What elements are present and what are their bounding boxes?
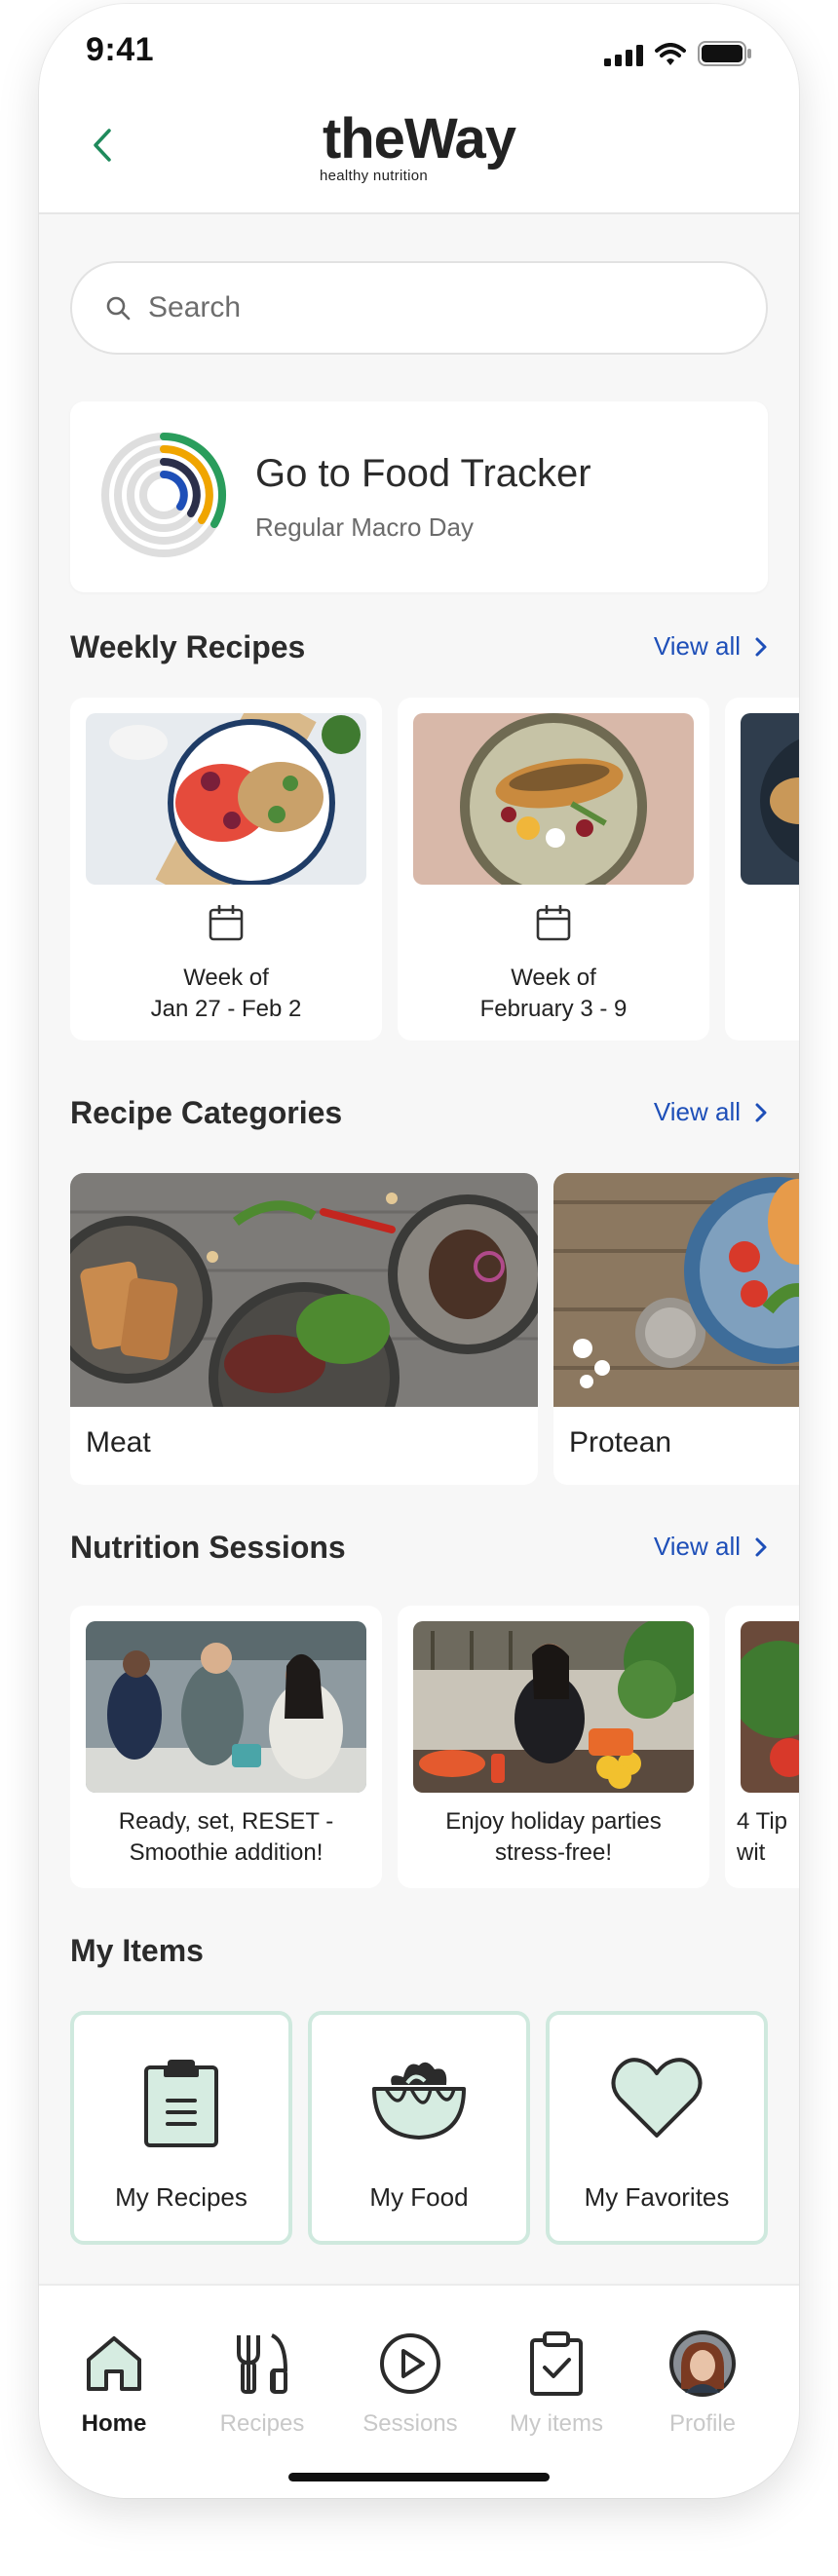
tracker-subtitle: Regular Macro Day — [255, 512, 474, 542]
fork-knife-icon — [237, 2333, 287, 2394]
play-icon — [380, 2333, 440, 2394]
tab-home[interactable]: Home — [41, 2327, 187, 2438]
view-all-label: View all — [653, 1097, 741, 1126]
section-title: Recipe Categories — [70, 1095, 343, 1130]
clipboard-check-icon — [530, 2331, 583, 2396]
search-bar[interactable] — [70, 261, 768, 355]
logo-tagline: healthy nutrition — [320, 168, 429, 184]
session-image — [86, 1621, 366, 1793]
recipe-categories-carousel[interactable]: Meat Protean — [70, 1173, 799, 1485]
session-label: Ready, set, RESET - Smoothie addition! — [118, 1808, 334, 1866]
phone-frame: 9:41 theWay healthy nutrition Search Go … — [39, 4, 799, 2498]
heart-icon — [611, 2058, 703, 2138]
chevron-right-icon — [755, 1537, 767, 1556]
section-title: My Items — [70, 1933, 204, 1968]
chevron-right-icon — [755, 1103, 767, 1121]
recipe-image — [413, 713, 694, 885]
my-favorites-button[interactable]: My Favorites — [546, 2011, 768, 2245]
tab-sessions[interactable]: Sessions — [337, 2327, 483, 2438]
recipe-week-card[interactable]: Week of Jan 27 - Feb 2 — [70, 698, 382, 1041]
tracker-title: Go to Food Tracker — [255, 452, 591, 495]
item-label: My Food — [369, 2182, 469, 2212]
calendar-icon — [209, 905, 244, 941]
nutrition-sessions-carousel[interactable]: Ready, set, RESET - Smoothie addition! E… — [70, 1606, 799, 1888]
section-title: Weekly Recipes — [70, 629, 306, 664]
category-label: Meat — [86, 1426, 151, 1458]
my-recipes-button[interactable]: My Recipes — [70, 2011, 292, 2245]
tab-label: Profile — [668, 2410, 737, 2437]
tab-label: Recipes — [219, 2410, 305, 2437]
category-image — [70, 1173, 538, 1407]
category-card-protean[interactable]: Protean — [553, 1173, 799, 1485]
recipe-week-label: Week of Jan 27 - Feb 2 — [150, 965, 302, 1022]
session-card[interactable]: Enjoy holiday parties stress-free! — [398, 1606, 709, 1888]
category-image — [553, 1173, 799, 1407]
chevron-right-icon — [755, 637, 767, 656]
recipe-week-label: F — [725, 963, 799, 1025]
bottom-tab-bar: Home Recipes Sessions My items Profile — [39, 2284, 799, 2498]
recipe-image — [86, 713, 366, 885]
status-icons — [604, 41, 752, 66]
search-input[interactable] — [148, 291, 694, 324]
wifi-icon — [655, 43, 686, 65]
tab-label: My items — [510, 2410, 603, 2437]
view-all-label: View all — [653, 631, 741, 661]
nutrition-sessions-header: Nutrition Sessions View all — [70, 1530, 768, 1569]
calendar-icon — [536, 905, 571, 941]
view-all-label: View all — [653, 1532, 741, 1561]
recipe-week-label: Week of February 3 - 9 — [479, 965, 628, 1022]
clipboard-icon — [144, 2060, 218, 2147]
recipe-week-card[interactable]: Week of February 3 - 9 — [398, 698, 709, 1041]
tab-label: Home — [81, 2410, 147, 2437]
recipe-week-card[interactable]: F — [725, 698, 799, 1041]
macro-rings-icon — [101, 433, 227, 557]
signal-icon — [604, 45, 643, 66]
item-label: My Favorites — [584, 2182, 730, 2212]
salad-bowl-icon — [372, 2062, 466, 2140]
app-logo: theWay healthy nutrition — [39, 107, 799, 185]
session-image — [413, 1621, 694, 1793]
home-icon — [87, 2336, 141, 2391]
search-icon — [106, 296, 131, 321]
logo-wordmark: theWay — [322, 107, 516, 170]
view-all-link[interactable]: View all — [654, 631, 768, 662]
tab-my-items[interactable]: My items — [483, 2327, 629, 2438]
battery-icon — [698, 41, 751, 66]
tab-profile[interactable]: Profile — [629, 2327, 776, 2438]
my-food-button[interactable]: My Food — [308, 2011, 530, 2245]
weekly-recipes-carousel[interactable]: Week of Jan 27 - Feb 2 Week of February … — [70, 698, 799, 1041]
app-header: 9:41 theWay healthy nutrition — [39, 4, 799, 214]
food-tracker-card[interactable]: Go to Food Tracker Regular Macro Day — [70, 401, 768, 592]
session-label: 4 Tip wit — [737, 1808, 788, 1866]
category-card-meat[interactable]: Meat — [70, 1173, 538, 1485]
tab-label: Sessions — [362, 2410, 458, 2437]
category-label: Protean — [569, 1426, 672, 1458]
session-image — [741, 1621, 799, 1793]
home-indicator — [288, 2473, 550, 2481]
weekly-recipes-header: Weekly Recipes View all — [70, 629, 768, 668]
tab-recipes[interactable]: Recipes — [189, 2327, 335, 2438]
status-time: 9:41 — [86, 31, 155, 68]
recipe-image — [741, 713, 799, 885]
section-title: Nutrition Sessions — [70, 1530, 346, 1565]
session-label: Enjoy holiday parties stress-free! — [445, 1808, 662, 1866]
session-card[interactable]: Ready, set, RESET - Smoothie addition! — [70, 1606, 382, 1888]
item-label: My Recipes — [115, 2182, 248, 2212]
avatar — [669, 2330, 736, 2397]
my-items-header: My Items — [70, 1933, 768, 1972]
view-all-link[interactable]: View all — [654, 1532, 768, 1562]
recipe-categories-header: Recipe Categories View all — [70, 1095, 768, 1134]
view-all-link[interactable]: View all — [654, 1097, 768, 1127]
session-card[interactable]: 4 Tip wit — [725, 1606, 799, 1888]
